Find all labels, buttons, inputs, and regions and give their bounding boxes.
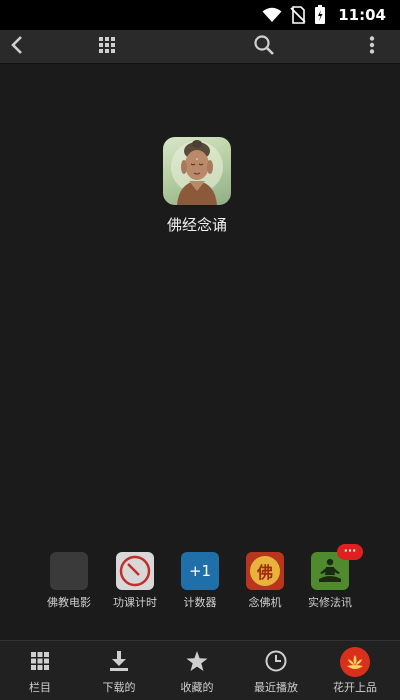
fo-icon: 佛 [246,552,284,590]
nav-label: 收藏的 [180,681,214,694]
nav-label: 栏目 [29,681,51,694]
clock-icon [265,650,287,676]
featured-app[interactable]: 佛经念诵 [150,137,244,235]
fo-text: 佛 [256,563,273,582]
back-button[interactable] [0,30,34,64]
nav-label: 花开上品 [333,681,377,694]
shortcut-practice-news[interactable]: ··· 实修法讯 [293,544,367,610]
nav-item-columns[interactable]: 栏目 [0,641,80,700]
wifi-icon [262,7,282,23]
shortcut-label: 念佛机 [248,596,282,609]
grid-icon [99,37,115,57]
nav-label: 下载的 [102,681,136,694]
shortcut-label: 实修法讯 [308,596,352,609]
download-icon [109,651,129,675]
status-bar: 11:04 [0,0,400,30]
shortcut-row: 佛教电影 功课计时 +1 计数器 佛 念佛机 ··· 实修法讯 [32,544,374,612]
more-button[interactable] [355,30,389,64]
blank-app-icon [50,552,88,590]
star-icon [186,650,208,676]
timer-icon [116,552,154,590]
nav-label: 最近播放 [254,681,298,694]
status-time: 11:04 [338,6,386,24]
buddha-icon [163,137,231,205]
notification-badge: ··· [337,544,363,560]
shortcut-chanting-machine[interactable]: 佛 念佛机 [228,552,302,610]
counter-icon: +1 [181,552,219,590]
chevron-left-icon [10,35,24,59]
battery-icon [314,5,326,25]
lotus-icon [340,647,370,677]
nav-item-downloads[interactable]: 下载的 [79,641,159,700]
bottom-nav: 栏目 下载的 收藏的 最近播放 花开上品 [0,640,400,700]
nav-item-favorites[interactable]: 收藏的 [157,641,237,700]
search-icon [254,35,274,59]
shortcut-lesson-timer[interactable]: 功课计时 [98,552,172,610]
more-vertical-icon [369,36,375,58]
shortcut-label: 功课计时 [113,596,157,609]
no-sim-icon [290,6,306,24]
shortcut-buddhist-movies[interactable]: 佛教电影 [32,552,106,610]
grid-icon [31,652,49,674]
featured-app-label: 佛经念诵 [166,216,227,234]
shortcut-counter[interactable]: +1 计数器 [163,552,237,610]
shortcut-label: 计数器 [183,596,217,609]
nav-item-lotus[interactable]: 花开上品 [315,641,395,700]
nav-item-recent[interactable]: 最近播放 [236,641,316,700]
meditation-icon: ··· [311,544,363,590]
shortcut-label: 佛教电影 [47,596,91,609]
counter-text: +1 [188,562,212,580]
search-button[interactable] [247,30,281,64]
toolbar [0,30,400,64]
grid-button[interactable] [90,30,124,64]
